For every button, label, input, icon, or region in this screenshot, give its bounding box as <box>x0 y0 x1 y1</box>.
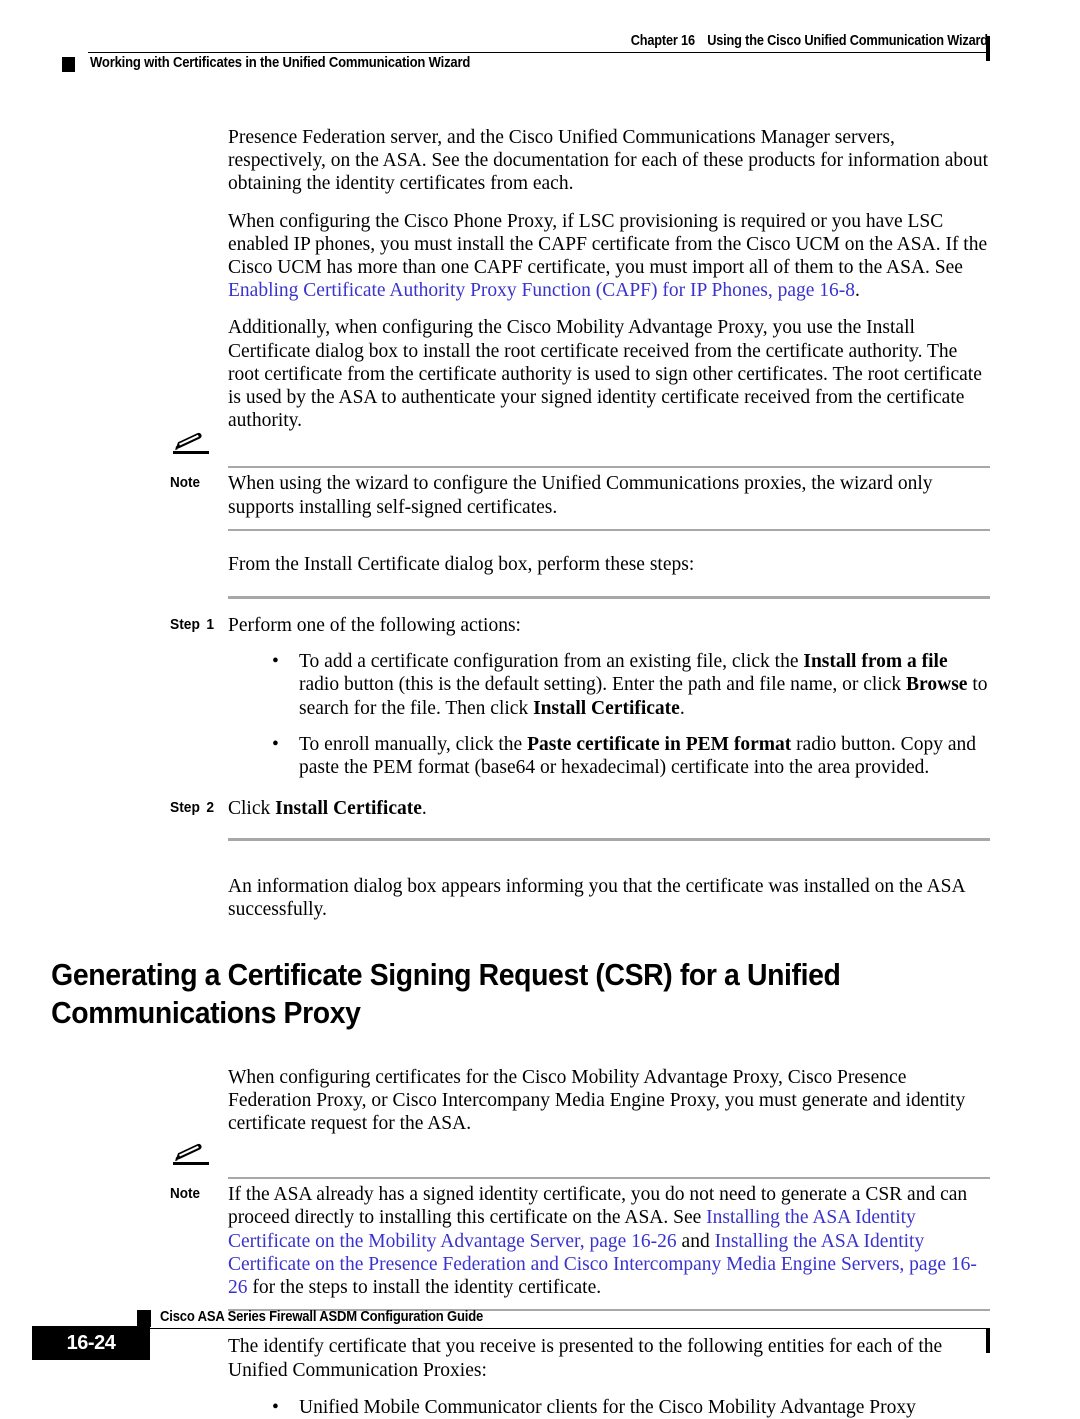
step-1-number: 1 <box>206 616 215 634</box>
bullet-1-bold-browse: Browse <box>906 674 968 696</box>
bullet-1-seg4: . <box>679 697 685 719</box>
step-1-label-word: Step <box>170 616 200 634</box>
bullet-glyph-icon: • <box>272 733 279 755</box>
steps-rule-bottom <box>228 838 990 842</box>
xref-capf-link[interactable]: Enabling Certificate Authority Proxy Fun… <box>228 280 855 301</box>
step-2-text: Click Install Certificate. <box>228 797 990 820</box>
steps-block: Step 1 Perform one of the following actio… <box>170 596 990 842</box>
step-2-bold-install-certificate: Install Certificate <box>275 798 422 820</box>
note-body-1: When using the wizard to configure the U… <box>228 473 933 518</box>
header-rule <box>88 52 990 53</box>
step-row-2: Step 2 Click Install Certificate. <box>170 783 990 841</box>
note-2-mid: and <box>676 1230 715 1252</box>
footer-bullet-square-icon <box>137 1310 151 1327</box>
list-item: • To enroll manually, click the Paste cer… <box>266 733 990 779</box>
note-label: Note <box>170 474 201 492</box>
bullet-1-seg2: radio button (this is the default settin… <box>299 674 907 696</box>
step-1-label: Step 1 <box>170 616 214 633</box>
bullet-1-seg1: To add a certificate configuration from … <box>299 651 804 673</box>
header-chapter-line: Chapter 16 Using the Cisco Unified Commun… <box>631 33 988 49</box>
paragraph-4: From the Install Certificate dialog box,… <box>228 553 695 575</box>
bullet-glyph-icon: • <box>272 651 279 673</box>
bullet-1-bold-install-certificate: Install Certificate <box>533 697 680 719</box>
page-footer: Cisco ASA Series Firewall ASDM Configura… <box>0 1287 1080 1397</box>
header-right-tick <box>986 36 990 61</box>
step-2-label: Step 2 <box>170 799 214 816</box>
step-2-text-post: . <box>421 798 427 820</box>
bullet-1-bold-install-from-file: Install from a file <box>803 651 948 673</box>
footer-right-tick <box>986 1328 990 1353</box>
header-chapter-label: Chapter 16 <box>630 33 696 49</box>
paragraph-3: Additionally, when configuring the Cisco… <box>228 317 982 432</box>
post-steps-block: An information dialog box appears inform… <box>228 875 990 921</box>
header-chapter-title: Using the Cisco Unified Communication Wi… <box>707 33 988 49</box>
paragraph-1: Presence Federation server, and the Cisc… <box>228 127 989 195</box>
list-item: • To add a certificate configuration from… <box>266 650 990 720</box>
page-header: Chapter 16 Using the Cisco Unified Commun… <box>0 0 1080 92</box>
bullet-2-seg1: To enroll manually, click the <box>299 733 528 755</box>
pencil-icon <box>173 1143 209 1177</box>
bullet-2-bold-paste-pem: Paste certificate in PEM format <box>527 733 792 755</box>
steps-intro-block: From the Install Certificate dialog box,… <box>228 553 990 576</box>
step-2-text-pre: Click <box>228 798 276 820</box>
note-rule-top <box>228 1177 990 1180</box>
step-2-number: 2 <box>206 799 215 817</box>
step-1-text: Perform one of the following actions: <box>228 615 521 637</box>
final-bullet-1-text: Unified Mobile Communicator clients for … <box>299 1396 916 1418</box>
list-item: • Unified Mobile Communicator clients for… <box>266 1396 990 1419</box>
note-icon-underline <box>173 1162 209 1166</box>
note-icon-underline <box>173 451 209 455</box>
paragraph-2-text: When configuring the Cisco Phone Proxy, … <box>228 210 988 279</box>
footer-rule <box>88 1328 990 1329</box>
paragraph-2: When configuring the Cisco Phone Proxy, … <box>228 210 990 303</box>
footer-page-number: 16-24 <box>66 1332 116 1354</box>
paragraph-6: When configuring certificates for the Ci… <box>228 1066 966 1135</box>
header-section-subtitle: Working with Certificates in the Unified… <box>90 55 471 71</box>
step-row-1: Step 1 Perform one of the following actio… <box>170 596 990 779</box>
note-rule-bottom <box>228 528 990 531</box>
note-rule-top <box>228 466 990 469</box>
final-bullet-list: • Unified Mobile Communicator clients for… <box>228 1396 990 1419</box>
step-2-label-word: Step <box>170 799 200 817</box>
step-1-bullet-list: • To add a certificate configuration from… <box>228 650 990 779</box>
header-bullet-square-icon <box>62 57 75 72</box>
page-title: Generating a Certificate Signing Request… <box>51 957 841 1030</box>
csr-intro-block: When configuring certificates for the Ci… <box>228 1066 990 1136</box>
intro-text-block: Presence Federation server, and the Cisc… <box>228 126 990 432</box>
page-content: Presence Federation server, and the Cisc… <box>0 126 1080 1419</box>
paragraph-2-period: . <box>855 280 860 302</box>
note-block-1: Note When using the wizard to configure … <box>170 433 990 531</box>
pencil-icon <box>173 432 209 466</box>
bullet-glyph-icon: • <box>272 1396 279 1418</box>
paragraph-5: An information dialog box appears inform… <box>228 876 965 921</box>
note-label: Note <box>170 1185 201 1203</box>
footer-guide-title: Cisco ASA Series Firewall ASDM Configura… <box>160 1309 484 1325</box>
